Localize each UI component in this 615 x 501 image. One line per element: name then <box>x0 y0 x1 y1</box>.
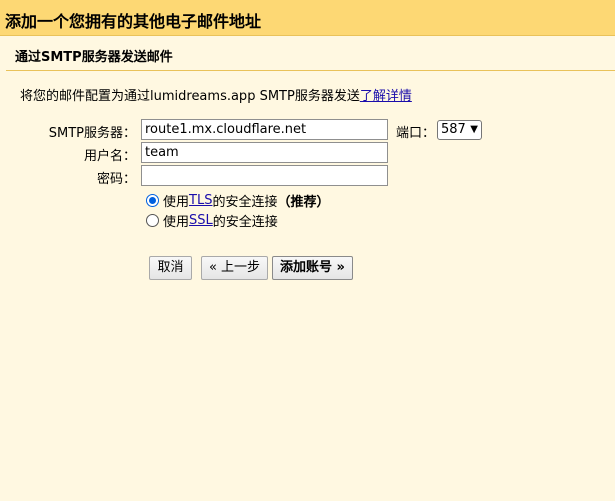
add-email-dialog: 添加一个您拥有的其他电子邮件地址 通过SMTP服务器发送邮件 将您的邮件配置为通… <box>0 0 615 501</box>
add-account-button[interactable]: 添加账号 » <box>272 256 353 280</box>
ssl-radio[interactable] <box>146 214 159 227</box>
dialog-title: 添加一个您拥有的其他电子邮件地址 <box>0 0 615 36</box>
password-label: 密码： <box>96 172 136 187</box>
ssl-suffix: 的安全连接 <box>212 215 278 230</box>
tls-link[interactable]: TLS <box>189 193 212 208</box>
tls-recommended: （推荐） <box>277 195 330 210</box>
port-select[interactable]: 587 ▼ <box>437 120 482 140</box>
ssl-link[interactable]: SSL <box>189 213 213 228</box>
tls-option[interactable]: 使用 TLS 的安全连接 （推荐） <box>146 191 329 210</box>
smtp-server-label: SMTP服务器： <box>48 126 136 141</box>
description-text: 将您的邮件配置为通过lumidreams.app SMTP服务器发送 <box>20 89 360 104</box>
username-label: 用户名： <box>83 149 136 164</box>
ssl-prefix: 使用 <box>163 215 190 230</box>
section-title: 通过SMTP服务器发送邮件 <box>6 37 615 71</box>
tls-prefix: 使用 <box>163 195 190 210</box>
username-input[interactable]: team <box>141 142 388 163</box>
tls-suffix: 的安全连接 <box>212 195 278 210</box>
tls-radio[interactable] <box>146 194 159 207</box>
smtp-server-input[interactable]: route1.mx.cloudflare.net <box>141 119 388 140</box>
port-label: 端口： <box>396 126 436 141</box>
chevron-down-icon: ▼ <box>470 124 478 135</box>
password-input[interactable] <box>141 165 388 186</box>
port-value: 587 <box>441 122 466 137</box>
back-button[interactable]: « 上一步 <box>201 256 268 280</box>
ssl-option[interactable]: 使用 SSL 的安全连接 <box>146 211 278 230</box>
description: 将您的邮件配置为通过lumidreams.app SMTP服务器发送了解详情 <box>20 85 412 104</box>
cancel-button[interactable]: 取消 <box>149 256 192 280</box>
learn-more-link[interactable]: 了解详情 <box>360 89 412 104</box>
